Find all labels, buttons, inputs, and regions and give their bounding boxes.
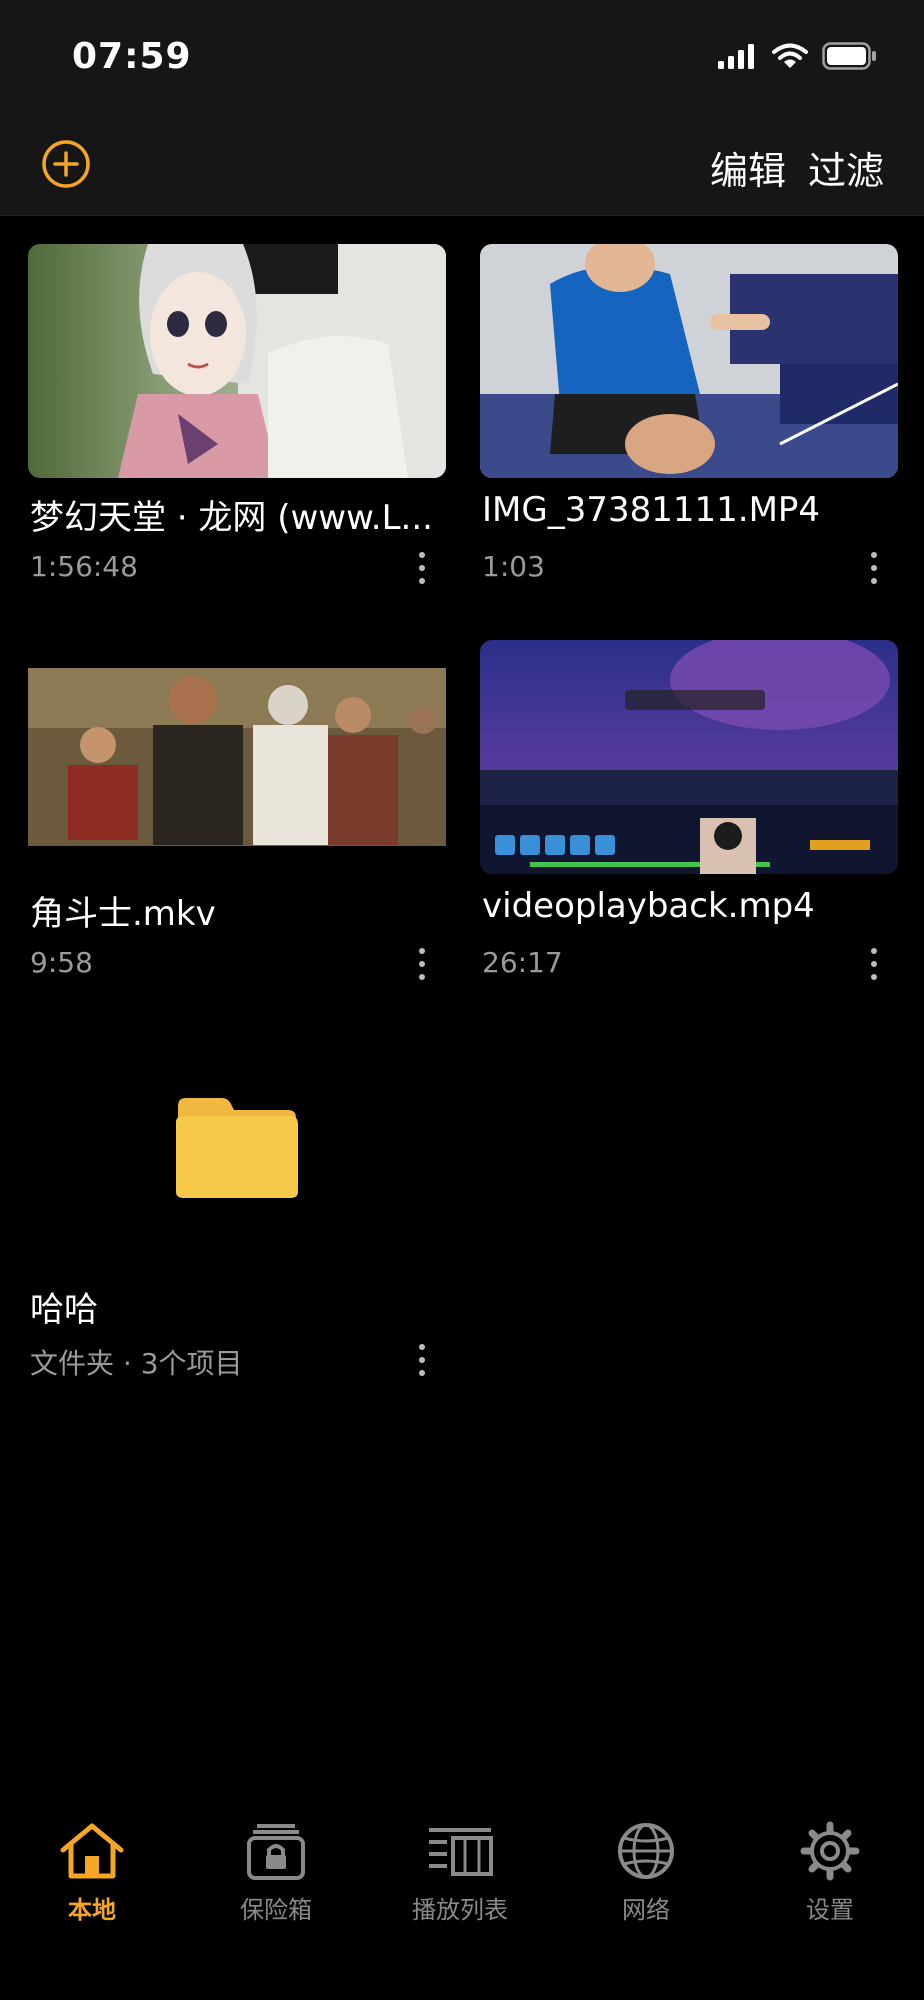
video-thumbnail[interactable] <box>480 244 898 478</box>
video-thumbnail[interactable] <box>28 244 446 478</box>
tab-network[interactable]: 网络 <box>576 1820 716 1925</box>
folder-name: 哈哈 <box>30 1290 98 1330</box>
gear-icon <box>800 1821 860 1881</box>
home-icon <box>60 1823 124 1879</box>
tab-local[interactable]: 本地 <box>22 1820 162 1925</box>
tab-label: 本地 <box>68 1896 116 1924</box>
video-thumbnail[interactable] <box>28 640 446 874</box>
battery-icon <box>822 42 876 70</box>
video-duration: 26:17 <box>482 946 563 979</box>
tab-label: 网络 <box>622 1896 670 1924</box>
video-duration: 9:58 <box>30 946 93 979</box>
tab-vault[interactable]: 保险箱 <box>206 1820 346 1925</box>
video-title: IMG_37381111.MP4 <box>482 490 821 530</box>
signal-icon <box>718 44 754 69</box>
video-card[interactable]: IMG_37381111.MP4 1:03 <box>480 244 898 594</box>
video-title: videoplayback.mp4 <box>482 886 815 926</box>
add-button[interactable] <box>40 138 92 190</box>
tab-settings[interactable]: 设置 <box>760 1820 900 1925</box>
header: 编辑 过滤 <box>0 110 924 216</box>
status-bar: 07:59 <box>0 0 924 110</box>
video-title: 梦幻天堂 · 龙网 (www.L... <box>30 498 433 538</box>
tab-bar: 本地 保险箱 播放列表 网络 设置 <box>0 1800 924 2000</box>
video-card[interactable]: 角斗士.mkv 9:58 <box>28 640 446 990</box>
wifi-icon <box>772 43 808 68</box>
more-options-button[interactable] <box>410 944 434 984</box>
more-options-button[interactable] <box>410 1340 434 1380</box>
folder-meta: 文件夹 · 3个项目 <box>30 1347 243 1380</box>
video-card[interactable]: 梦幻天堂 · 龙网 (www.L... 1:56:48 <box>28 244 446 594</box>
tab-playlist[interactable]: 播放列表 <box>390 1820 530 1925</box>
plus-circle-icon <box>42 140 90 188</box>
header-actions: 编辑 过滤 <box>710 140 884 195</box>
tab-label: 设置 <box>806 1896 854 1924</box>
more-options-button[interactable] <box>862 548 886 588</box>
filter-button[interactable]: 过滤 <box>808 140 884 195</box>
globe-icon <box>618 1823 674 1879</box>
video-duration: 1:56:48 <box>30 550 138 583</box>
video-title: 角斗士.mkv <box>30 894 216 934</box>
playlist-icon <box>429 1828 493 1876</box>
status-time: 07:59 <box>72 36 192 77</box>
tab-label: 保险箱 <box>240 1896 312 1924</box>
video-thumbnail[interactable] <box>480 640 898 874</box>
more-options-button[interactable] <box>862 944 886 984</box>
status-icons <box>718 42 878 70</box>
safe-icon <box>247 1824 305 1880</box>
video-duration: 1:03 <box>482 550 545 583</box>
more-options-button[interactable] <box>410 548 434 588</box>
tab-label: 播放列表 <box>412 1896 508 1924</box>
video-card[interactable]: videoplayback.mp4 26:17 <box>480 640 898 990</box>
folder-icon <box>176 1098 298 1198</box>
edit-button[interactable]: 编辑 <box>710 140 786 195</box>
folder-card[interactable]: 哈哈 文件夹 · 3个项目 <box>28 1036 446 1386</box>
